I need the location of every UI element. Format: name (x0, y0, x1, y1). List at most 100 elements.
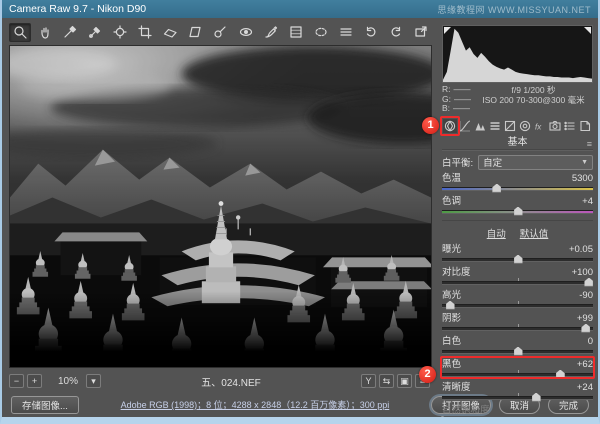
exposure-handle[interactable] (514, 255, 523, 264)
exif-iso-focal: ISO 200 70-300@300 毫米 (474, 96, 593, 106)
blacks-value[interactable]: +62 (577, 360, 593, 370)
white-balance-select[interactable]: 自定▼ (478, 155, 593, 170)
adjustments-panel: R:—— G:—— B:—— f/9 1/200 秒 ISO 200 70-30… (435, 18, 598, 392)
blacks-slider: 2 黑色+62 (442, 360, 593, 377)
clarity-handle[interactable] (532, 393, 541, 402)
whites-handle[interactable] (514, 347, 523, 356)
photo-preview[interactable] (9, 45, 432, 368)
tab-basic[interactable]: 1 (443, 119, 457, 133)
whites-track[interactable] (442, 350, 593, 354)
shadow-clipping-icon[interactable] (444, 27, 451, 34)
default-link[interactable]: 默认值 (520, 226, 549, 240)
exposure-value[interactable]: +0.05 (569, 245, 593, 255)
tint-track[interactable] (442, 210, 593, 214)
exposure-track[interactable] (442, 258, 593, 262)
copy-current-to-before-icon[interactable]: ▣ (397, 374, 412, 388)
temperature-handle[interactable] (492, 184, 501, 193)
panel-title-row: 基本 ≡ (442, 136, 593, 150)
rotate-right-icon[interactable] (385, 23, 407, 42)
window-titlebar: Camera Raw 9.7 - Nikon D90 思缘教程网 WWW.MIS… (2, 0, 598, 18)
contrast-value[interactable]: +100 (572, 268, 593, 278)
window-title: Camera Raw 9.7 - Nikon D90 (9, 3, 146, 15)
shadows-slider: 阴影+99 (442, 314, 593, 331)
zoom-tool-icon[interactable] (9, 23, 31, 42)
auto-link[interactable]: 自动 (487, 226, 506, 240)
highlights-track[interactable] (442, 304, 593, 308)
tint-slider: 色调+4 (442, 197, 593, 214)
panel-title: 基本 (508, 137, 528, 148)
tab-snapshots[interactable] (578, 119, 592, 133)
shadows-track[interactable] (442, 327, 593, 331)
graduated-filter-tool-icon[interactable] (285, 23, 307, 42)
histogram-shape (443, 29, 592, 82)
contrast-slider: 对比度+100 (442, 268, 593, 285)
toolbar (9, 21, 432, 43)
adjustment-brush-tool-icon[interactable] (260, 23, 282, 42)
zoom-level-select[interactable]: 10% (53, 376, 83, 387)
tab-presets[interactable] (563, 119, 577, 133)
blacks-track[interactable] (442, 373, 593, 377)
tab-camera-calibration[interactable] (548, 119, 562, 133)
rotate-left-icon[interactable] (360, 23, 382, 42)
camera-raw-window: Camera Raw 9.7 - Nikon D90 思缘教程网 WWW.MIS… (0, 0, 600, 424)
white-balance-label: 白平衡: (442, 155, 473, 169)
photo-image (10, 46, 431, 367)
crop-tool-icon[interactable] (134, 23, 156, 42)
contrast-track[interactable] (442, 281, 593, 285)
white-balance-row: 白平衡: 自定▼ (442, 155, 593, 170)
shadows-value[interactable]: +99 (577, 314, 593, 324)
toggle-fullscreen-icon[interactable] (410, 23, 432, 42)
exif-block: R:—— G:—— B:—— f/9 1/200 秒 ISO 200 70-30… (442, 85, 593, 114)
tint-handle[interactable] (514, 207, 523, 216)
temperature-value[interactable]: 5300 (572, 174, 593, 184)
spot-removal-tool-icon[interactable] (209, 23, 231, 42)
blacks-handle[interactable] (556, 370, 565, 379)
chevron-down-icon: ▼ (581, 159, 588, 166)
tab-hsl-grayscale[interactable] (488, 119, 502, 133)
tint-value[interactable]: +4 (582, 197, 593, 207)
preferences-icon[interactable] (335, 23, 357, 42)
clarity-value[interactable]: +24 (577, 383, 593, 393)
color-sampler-tool-icon[interactable] (84, 23, 106, 42)
shadows-handle[interactable] (581, 324, 590, 333)
whites-slider: 白色0 (442, 337, 593, 354)
transform-tool-icon[interactable] (184, 23, 206, 42)
hand-tool-icon[interactable] (34, 23, 56, 42)
highlights-slider: 高光-90 (442, 291, 593, 308)
swap-before-after-icon[interactable]: ⇆ (379, 374, 394, 388)
temperature-slider: 色温5300 (442, 174, 593, 191)
exposure-slider: 曝光+0.05 (442, 245, 593, 262)
panel-tabs: 1 fx (442, 119, 593, 136)
radial-filter-tool-icon[interactable] (310, 23, 332, 42)
targeted-adjustment-tool-icon[interactable] (109, 23, 131, 42)
white-balance-tool-icon[interactable] (59, 23, 81, 42)
toggle-before-after-icon[interactable]: Y (361, 374, 376, 388)
workflow-options-link[interactable]: Adobe RGB (1998)；8 位；4288 x 2848（12.2 百万… (87, 398, 423, 411)
zoom-level-caret-icon[interactable]: ▾ (86, 374, 101, 388)
highlights-handle[interactable] (446, 301, 455, 310)
zoom-in-button[interactable]: + (27, 374, 42, 388)
panel-menu-icon[interactable]: ≡ (587, 138, 592, 151)
auto-default-links: 自动 默认值 (442, 220, 593, 240)
tab-lens-corrections[interactable] (518, 119, 532, 133)
tab-effects[interactable]: fx (533, 119, 547, 133)
tab-split-toning[interactable] (503, 119, 517, 133)
highlight-clipping-icon[interactable] (584, 27, 591, 34)
zoom-out-button[interactable]: − (9, 374, 24, 388)
temperature-track[interactable] (442, 187, 593, 191)
red-eye-tool-icon[interactable] (235, 23, 257, 42)
watermark: 思缘教程网 WWW.MISSYUAN.NET (438, 3, 592, 16)
save-image-button[interactable]: 存储图像... (11, 396, 79, 414)
highlights-value[interactable]: -90 (579, 291, 593, 301)
tab-detail[interactable] (473, 119, 487, 133)
whites-value[interactable]: 0 (588, 337, 593, 347)
preview-statusbar: − + 10% ▾ 五、024.NEF Y ⇆ ▣ ≡ (9, 368, 432, 392)
tab-tone-curve[interactable] (458, 119, 472, 133)
annotation-step-2: 2 (419, 366, 436, 383)
svg-text:fx: fx (535, 122, 542, 131)
straighten-tool-icon[interactable] (159, 23, 181, 42)
clarity-track[interactable] (442, 396, 593, 400)
contrast-handle[interactable] (584, 278, 593, 287)
vibrance-slider: 自然饱和度 (442, 406, 593, 423)
histogram[interactable] (442, 25, 593, 83)
